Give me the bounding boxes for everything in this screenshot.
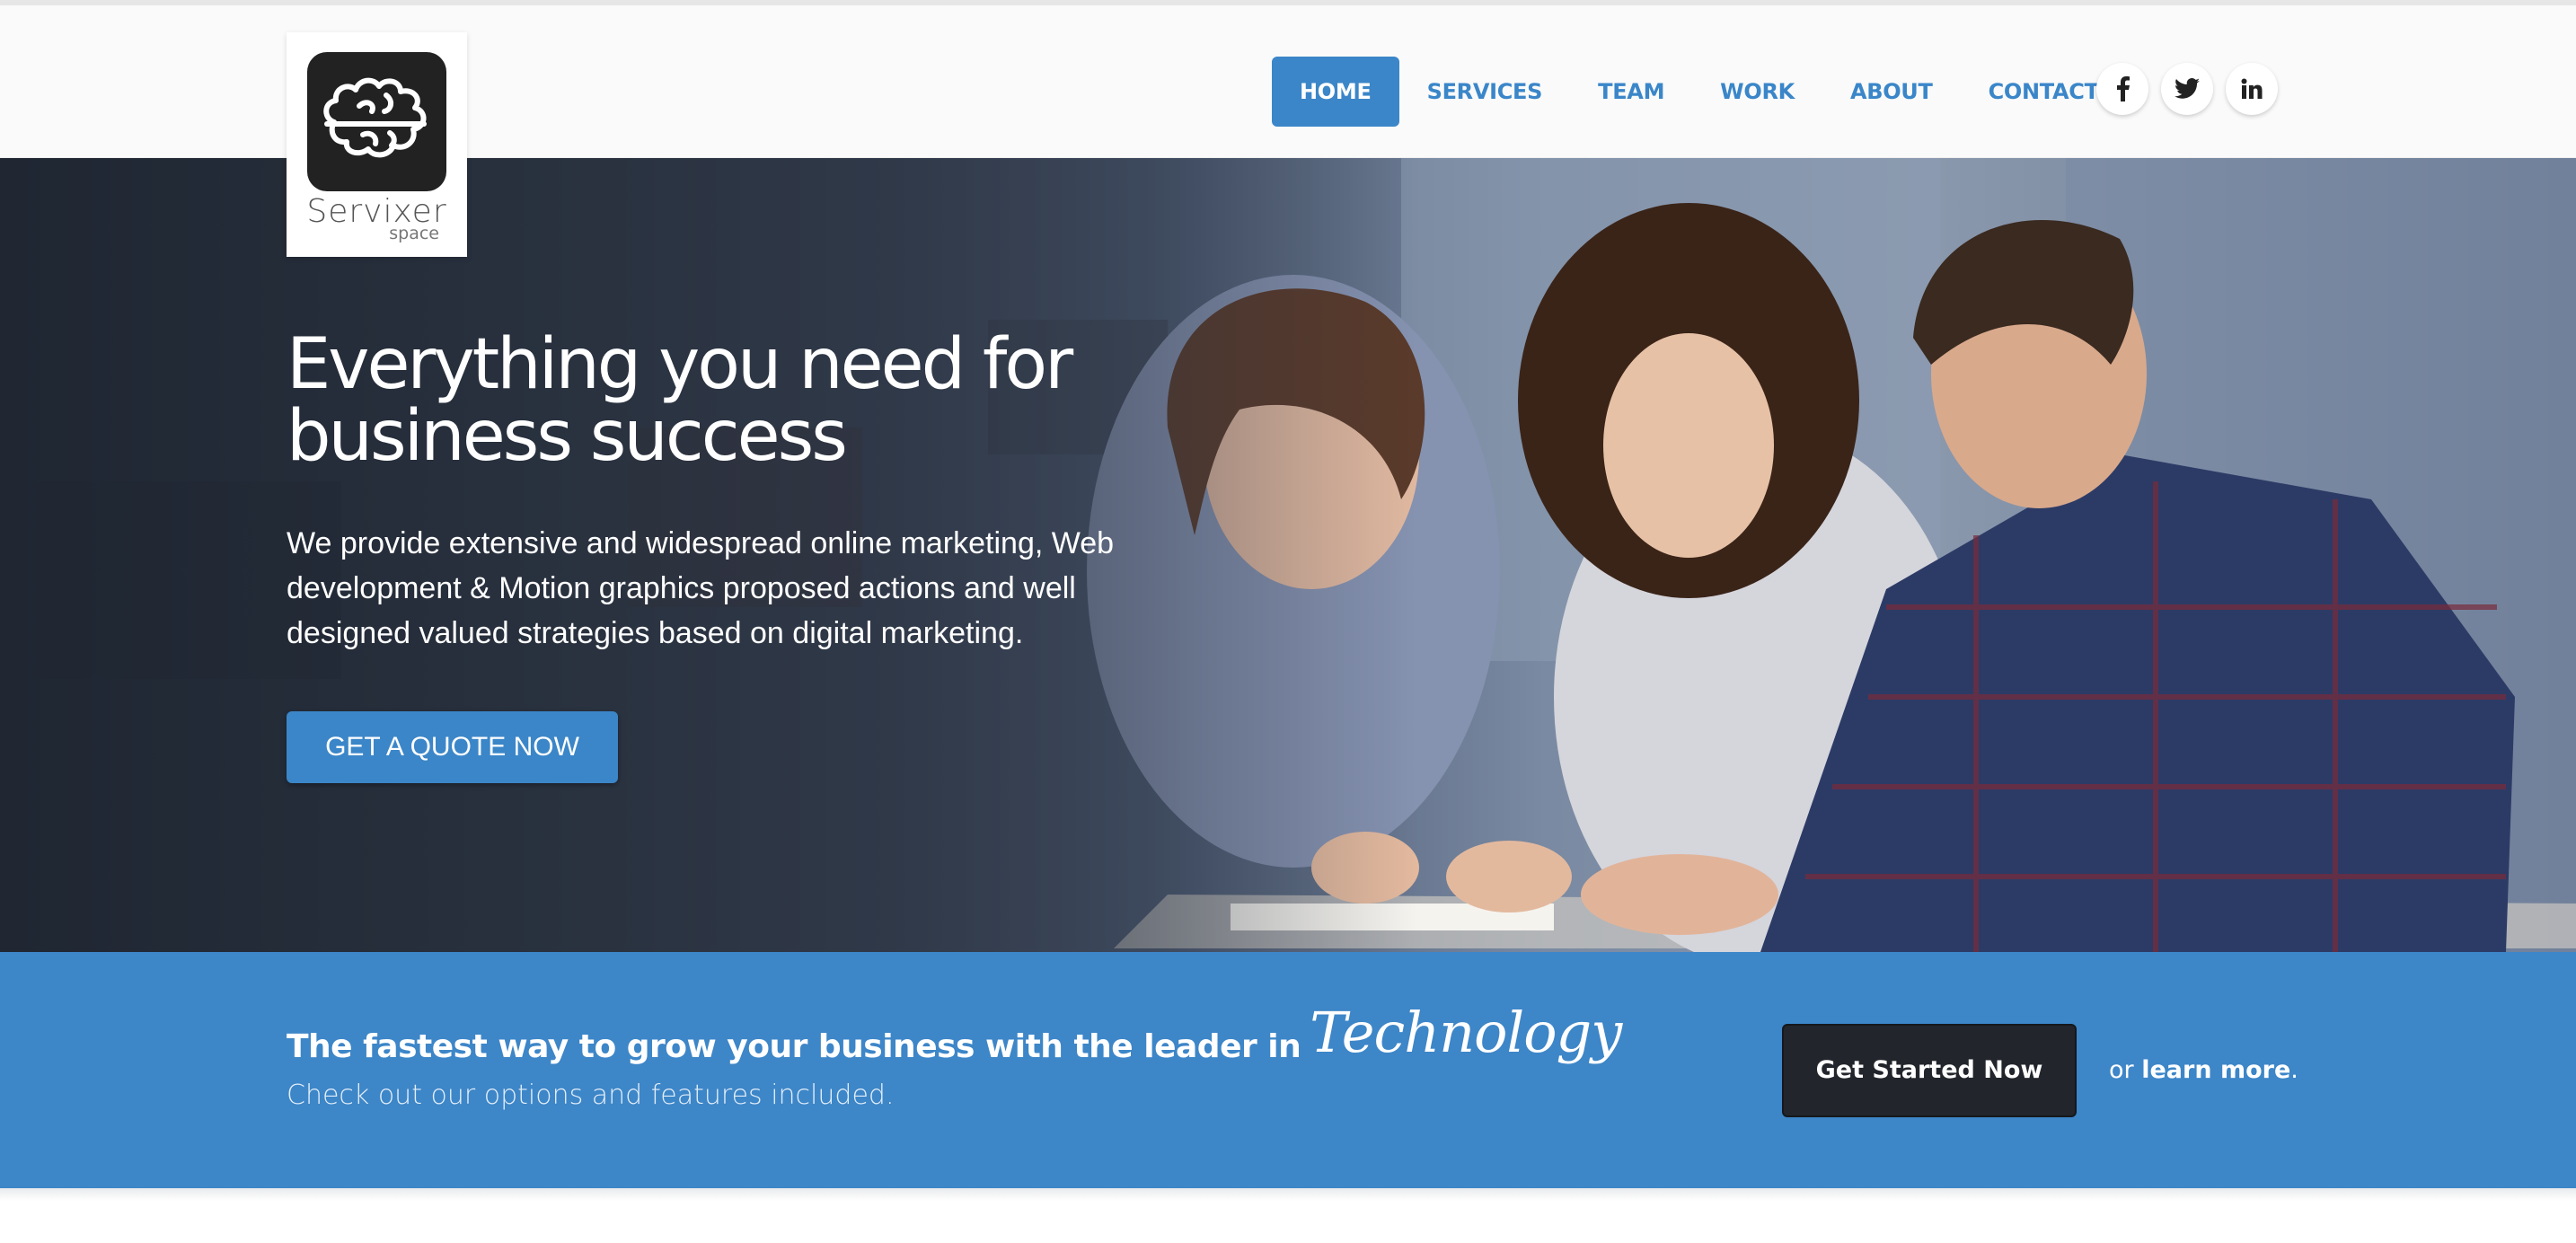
- cta-accent-word: Technology: [1310, 1000, 1622, 1065]
- brand-subtitle: space: [389, 224, 439, 243]
- section-shadow: [0, 1188, 2576, 1201]
- cta-headline-text: The fastest way to grow your business wi…: [287, 1028, 1301, 1065]
- cta-headline: The fastest way to grow your business wi…: [287, 1005, 1622, 1072]
- hero-section: Everything you need for business success…: [0, 158, 2576, 952]
- brain-logo-icon: [307, 52, 446, 191]
- twitter-icon[interactable]: [2161, 63, 2213, 115]
- nav-about[interactable]: ABOUT: [1822, 57, 1961, 127]
- nav-services[interactable]: SERVICES: [1399, 57, 1571, 127]
- cta-band: The fastest way to grow your business wi…: [0, 952, 2576, 1188]
- linkedin-icon[interactable]: [2226, 63, 2278, 115]
- or-text: or: [2109, 1056, 2134, 1084]
- logo[interactable]: Servixer space: [287, 32, 467, 257]
- get-quote-button[interactable]: GET A QUOTE NOW: [287, 711, 618, 783]
- hero-title: Everything you need for business success: [287, 324, 1073, 477]
- facebook-icon[interactable]: [2096, 63, 2148, 115]
- page-content-start: [0, 1188, 2576, 1243]
- nav-home[interactable]: HOME: [1272, 57, 1399, 127]
- nav-work[interactable]: WORK: [1692, 57, 1822, 127]
- nav-team[interactable]: TEAM: [1570, 57, 1692, 127]
- period-text: .: [2290, 1056, 2298, 1084]
- page: HOME SERVICES TEAM WORK ABOUT CONTACT Se…: [0, 0, 2576, 1243]
- learn-more-line: or learn more.: [2109, 1053, 2298, 1089]
- get-started-button[interactable]: Get Started Now: [1782, 1024, 2077, 1117]
- social-links: [2096, 63, 2278, 115]
- main-nav: HOME SERVICES TEAM WORK ABOUT CONTACT: [1272, 57, 2127, 127]
- learn-more-link[interactable]: learn more: [2141, 1056, 2290, 1084]
- cta-subtext: Check out our options and features inclu…: [287, 1080, 895, 1111]
- hero-description: We provide extensive and widespread onli…: [287, 526, 1115, 650]
